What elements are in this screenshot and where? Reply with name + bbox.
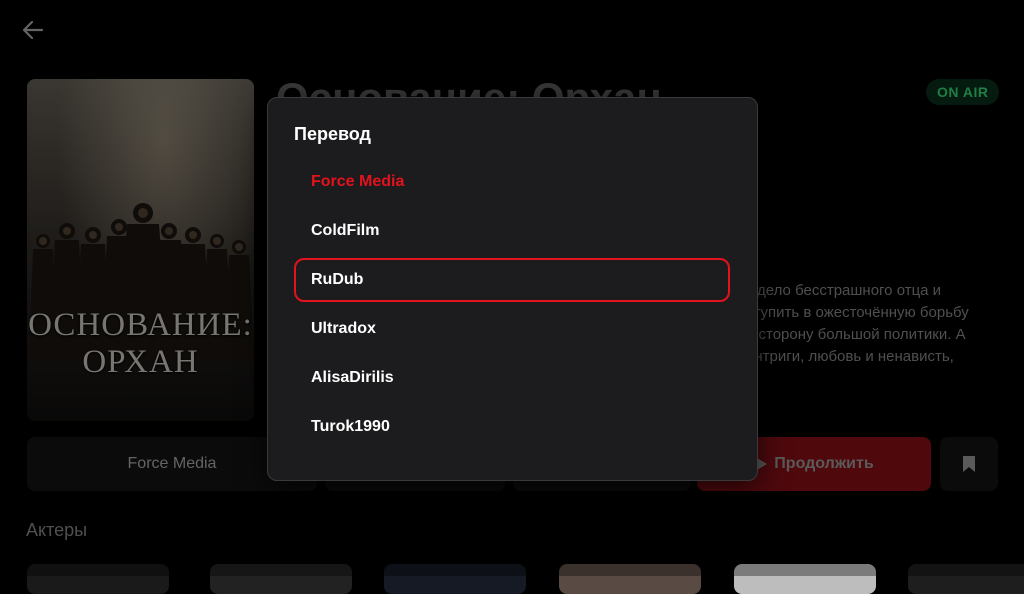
translation-option-turok1990[interactable]: Turok1990 (294, 405, 730, 449)
option-label: RuDub (311, 271, 364, 288)
on-air-badge: ON AIR (926, 79, 1000, 105)
actor-card[interactable] (210, 564, 352, 594)
translation-dialog: Перевод Force Media ColdFilm RuDub Ultra… (267, 97, 758, 481)
actors-heading: Актеры (26, 520, 88, 540)
actor-card[interactable] (734, 564, 876, 594)
bookmark-button[interactable] (940, 437, 998, 491)
arrow-left-icon (22, 20, 44, 40)
show-description: т дело бесстрашного отца и ступить в оже… (746, 280, 1006, 368)
option-label: Ultradox (311, 320, 376, 337)
actor-card[interactable] (27, 564, 169, 594)
description-line: ступить в ожесточённую борьбу (746, 304, 969, 321)
translation-option-coldfilm[interactable]: ColdFilm (294, 209, 730, 253)
actor-card[interactable] (559, 564, 701, 594)
dialog-title: Перевод (294, 124, 371, 144)
translation-button-label: Force Media (127, 455, 217, 472)
poster-title-line-1: ОСНОВАНИЕ: (28, 307, 253, 343)
description-line: о сторону большой политики. А (746, 326, 966, 343)
translation-option-alisadirilis[interactable]: AlisaDirilis (294, 356, 730, 400)
actor-card[interactable] (384, 564, 526, 594)
option-label: ColdFilm (311, 222, 380, 239)
actor-card[interactable] (908, 564, 1024, 594)
description-line: интриги, любовь и ненависть, (746, 348, 954, 365)
back-button[interactable] (20, 18, 46, 42)
translation-option-force-media[interactable]: Force Media (294, 160, 730, 204)
description-line: т дело бесстрашного отца и (746, 282, 942, 299)
translation-option-rudub[interactable]: RuDub (294, 258, 730, 302)
option-label: Turok1990 (311, 418, 390, 435)
bookmark-icon (963, 456, 975, 472)
option-label: AlisaDirilis (311, 369, 394, 386)
continue-button-label: Продолжить (774, 455, 874, 472)
show-poster: ОСНОВАНИЕ: ОРХАН (27, 79, 254, 421)
option-label: Force Media (311, 173, 405, 190)
poster-title-line-2: ОРХАН (82, 344, 199, 380)
translation-option-ultradox[interactable]: Ultradox (294, 307, 730, 351)
